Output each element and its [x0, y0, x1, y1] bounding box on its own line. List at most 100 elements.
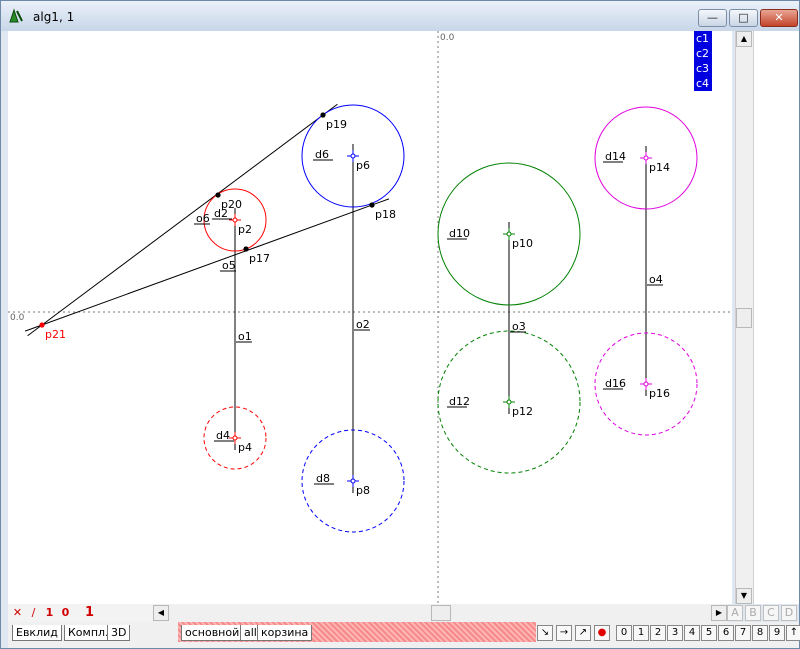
tab-euclid[interactable]: Евклид: [12, 625, 62, 641]
point-p4[interactable]: [232, 435, 238, 441]
point-p20[interactable]: [215, 192, 221, 198]
number-button[interactable]: 0: [616, 625, 632, 641]
maximize-button[interactable]: □: [729, 9, 758, 27]
record-icon[interactable]: ●: [594, 625, 610, 641]
drawing-canvas-area[interactable]: 0.0 0.0 d2 d4 d6 d8 d10 d12 d14 d16 o1 o2 o3 o4 o5 o6…: [8, 31, 732, 604]
right-panel: [753, 31, 799, 604]
tab-layer-main[interactable]: основной: [181, 625, 244, 641]
layer-bar: основной all корзина: [178, 622, 536, 642]
point-label-p2: p2: [238, 223, 252, 236]
number-button[interactable]: 8: [752, 625, 768, 641]
point-label-p17: p17: [249, 252, 270, 265]
labels-panel-item[interactable]: c3: [694, 61, 712, 76]
window-title: alg1, 1: [33, 10, 75, 24]
labels-panel-item[interactable]: c2: [694, 46, 712, 61]
number-button[interactable]: 2: [650, 625, 666, 641]
vertical-scrollbar[interactable]: ▲ ▼: [735, 31, 753, 604]
status-bar: ✕ ∕ 1 0 1: [8, 604, 153, 622]
point-p12[interactable]: [506, 399, 512, 405]
line-label-o4: o4: [649, 273, 663, 286]
horizontal-scrollbar[interactable]: ◀ ▶: [153, 604, 727, 622]
circle-label-d10: d10: [449, 227, 470, 240]
status-line-icon[interactable]: ∕: [26, 606, 41, 620]
scroll-left-button[interactable]: ◀: [153, 605, 169, 621]
number-button[interactable]: 1: [633, 625, 649, 641]
point-p6[interactable]: [350, 153, 356, 159]
minimize-icon: —: [707, 11, 718, 24]
point-p2[interactable]: [232, 217, 238, 223]
minimize-button[interactable]: —: [698, 9, 727, 27]
point-p16[interactable]: [643, 381, 649, 387]
number-button[interactable]: 7: [735, 625, 751, 641]
number-button[interactable]: 4: [684, 625, 700, 641]
segment-tool-icon[interactable]: ↘: [537, 625, 553, 641]
close-button[interactable]: ✕: [760, 9, 798, 27]
number-button[interactable]: 6: [718, 625, 734, 641]
point-p21[interactable]: [39, 322, 45, 328]
letter-a-button[interactable]: A: [727, 605, 743, 621]
point-p18[interactable]: [369, 202, 375, 208]
point-label-p18: p18: [375, 208, 396, 221]
number-button[interactable]: 9: [769, 625, 785, 641]
letter-b-button[interactable]: B: [745, 605, 761, 621]
tab-layer-trash[interactable]: корзина: [257, 625, 313, 641]
point-label-p6: p6: [356, 159, 370, 172]
circle-label-d14: d14: [605, 150, 626, 163]
line-label-o1: o1: [238, 330, 252, 343]
line-label-o5: o5: [222, 259, 236, 272]
number-button[interactable]: 3: [667, 625, 683, 641]
status-one-icon[interactable]: 1: [42, 606, 57, 620]
scroll-up-button[interactable]: ▲: [736, 31, 752, 47]
arrow-tool-icon[interactable]: →: [556, 625, 572, 641]
tab-complex[interactable]: Компл.: [64, 625, 113, 641]
scroll-down-button[interactable]: ▼: [736, 588, 752, 604]
bottom-tabbar: Евклид Компл. 3D основной all корзина ↘ …: [8, 622, 800, 648]
number-button[interactable]: 5: [701, 625, 717, 641]
status-zero-icon[interactable]: 0: [58, 606, 73, 620]
tab-3d[interactable]: 3D: [107, 625, 131, 641]
point-label-p14: p14: [649, 161, 670, 174]
status-value: 1: [84, 605, 95, 620]
line-label-o6: o6: [196, 212, 210, 225]
close-icon: ✕: [774, 11, 784, 24]
letter-c-button[interactable]: C: [763, 605, 779, 621]
circle-label-d8: d8: [316, 472, 330, 485]
point-label-p4: p4: [238, 441, 252, 454]
vertical-scroll-thumb[interactable]: [736, 308, 752, 328]
y-axis-origin-label: 0.0: [440, 33, 455, 43]
point-p10[interactable]: [506, 231, 512, 237]
circle-label-d12: d12: [449, 395, 470, 408]
point-label-p19: p19: [326, 118, 347, 131]
app-icon: [9, 8, 23, 23]
point-label-p10: p10: [512, 237, 533, 250]
line-label-o2: o2: [356, 318, 370, 331]
point-label-p20: p20: [221, 198, 242, 211]
horizontal-scroll-thumb[interactable]: [431, 605, 451, 621]
scroll-right-button[interactable]: ▶: [711, 605, 727, 621]
point-label-p12: p12: [512, 405, 533, 418]
labels-panel-item[interactable]: c1: [694, 31, 712, 46]
circle-label-d6: d6: [315, 148, 329, 161]
point-p8[interactable]: [350, 478, 356, 484]
point-label-p21: p21: [45, 328, 66, 341]
labels-panel-item[interactable]: c4: [694, 76, 712, 91]
x-axis-origin-label: 0.0: [10, 313, 25, 323]
main-window: alg1, 1 — □ ✕ 0.0 0.0 d2 d4 d6 d8 d10 d12 d14 d…: [0, 0, 800, 649]
line-label-o3: o3: [512, 320, 526, 333]
circle-label-d16: d16: [605, 377, 626, 390]
point-p14[interactable]: [643, 155, 649, 161]
point-label-p16: p16: [649, 387, 670, 400]
scale-tool-icon[interactable]: ↗: [575, 625, 591, 641]
status-delete-icon[interactable]: ✕: [10, 606, 25, 620]
titlebar[interactable]: alg1, 1 — □ ✕: [1, 1, 799, 31]
point-label-p8: p8: [356, 484, 370, 497]
point-p17[interactable]: [243, 246, 249, 252]
labels-panel[interactable]: c1 c2 c3 c4: [694, 31, 712, 91]
number-button[interactable]: ↑: [786, 625, 800, 641]
maximize-icon: □: [738, 11, 749, 24]
point-p19[interactable]: [320, 112, 326, 118]
line-p21-p19[interactable]: [27, 103, 338, 337]
shapes-layer: d2d4d6d8d10d12d14d16o1o2 o3o4o5o6p2p4p6p8…: [24, 103, 698, 533]
letter-d-button[interactable]: D: [781, 605, 797, 621]
drawing-canvas[interactable]: 0.0 0.0 d2d4d6d8d10d12d14d16o1o2 o3o4o5o6…: [8, 31, 732, 604]
